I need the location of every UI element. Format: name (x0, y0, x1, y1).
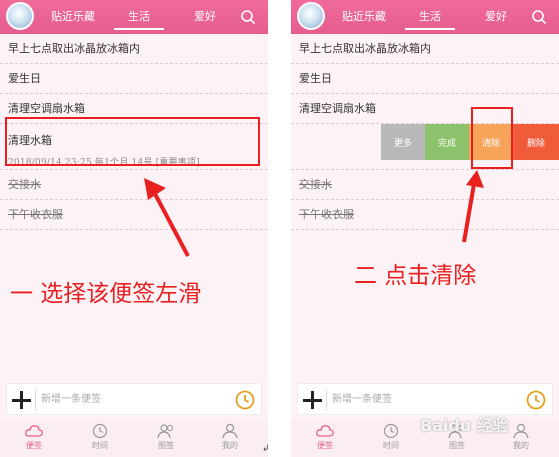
tab-label: 我的 (513, 441, 529, 450)
new-note-bar: 新增一条便签 (297, 383, 553, 415)
note-text: 下午收衣服 (299, 208, 354, 221)
tab-label: 时间 (92, 441, 108, 450)
clock-icon[interactable] (526, 390, 546, 410)
clock-icon[interactable] (235, 390, 255, 410)
tab-category-1[interactable]: 贴近乐藏 (331, 0, 397, 34)
cloud-icon (316, 425, 334, 437)
divider (35, 389, 36, 411)
delete-button[interactable]: 删除 (513, 124, 559, 160)
selection-highlight (5, 117, 260, 166)
return-mark: ↲ (262, 444, 270, 454)
list-item[interactable]: 早上七点取出冰晶放冰箱内 (291, 34, 559, 64)
list-item[interactable]: 爱生日 (0, 64, 268, 94)
clock-icon (92, 423, 108, 439)
tab-label: 我的 (222, 441, 238, 450)
arrow-up-left-icon (144, 178, 190, 257)
new-note-bar: 新增一条便签 (6, 383, 262, 415)
tab-tags[interactable]: 图签 (136, 420, 196, 457)
complete-button[interactable]: 完成 (425, 124, 469, 160)
bottom-tabbar: 便签 时间 图签 我的 (0, 420, 268, 457)
note-text: 爱生日 (8, 72, 41, 85)
swipe-actions: 更多 完成 清除 删除 (291, 124, 559, 160)
tab-me[interactable]: 我的 (200, 420, 260, 457)
top-header: 贴近乐藏 生活 爱好 (0, 0, 268, 34)
step1-caption: 一 选择该便签左滑 (10, 281, 202, 307)
note-text: 交接水 (8, 178, 41, 191)
left-phone-screen: 贴近乐藏 生活 爱好 早上七点取出冰晶放冰箱内 爱生日 清理空调扇水箱 清理水箱… (0, 0, 268, 457)
note-text: 早上七点取出冰晶放冰箱内 (299, 42, 431, 55)
search-icon[interactable] (531, 9, 547, 25)
tab-category-3[interactable]: 爱好 (463, 0, 529, 34)
tab-time[interactable]: 时间 (361, 420, 421, 457)
tab-label: 便签 (26, 441, 42, 450)
note-text: 清理空调扇水箱 (8, 102, 85, 115)
tab-category-2[interactable]: 生活 (397, 0, 463, 34)
list-item[interactable]: 早上七点取出冰晶放冰箱内 (0, 34, 268, 64)
people-icon (157, 424, 174, 439)
search-icon[interactable] (240, 9, 256, 25)
tab-notes[interactable]: 便签 (4, 420, 64, 457)
note-text: 清理空调扇水箱 (299, 102, 376, 115)
step2-caption: 二 点击清除 (354, 263, 477, 289)
right-phone-screen: 贴近乐藏 生活 爱好 早上七点取出冰晶放冰箱内 爱生日 清理空调扇水箱 交接水 … (291, 0, 559, 457)
list-item[interactable]: 爱生日 (291, 64, 559, 94)
tab-category-3[interactable]: 爱好 (172, 0, 238, 34)
user-icon (513, 423, 529, 439)
note-text: 爱生日 (299, 72, 332, 85)
list-item[interactable]: 交接水 (291, 170, 559, 200)
tab-label: 图签 (158, 441, 174, 450)
note-text: 下午收衣服 (8, 208, 63, 221)
more-button[interactable]: 更多 (381, 124, 425, 160)
tab-category-1[interactable]: 贴近乐藏 (40, 0, 106, 34)
list-item[interactable]: 清理空调扇水箱 (291, 94, 559, 124)
new-note-input[interactable]: 新增一条便签 (332, 384, 392, 416)
note-text: 交接水 (299, 178, 332, 191)
top-header: 贴近乐藏 生活 爱好 (291, 0, 559, 34)
tab-category-2[interactable]: 生活 (106, 0, 172, 34)
add-icon[interactable] (302, 388, 322, 412)
list-item[interactable]: 下午收衣服 (0, 200, 268, 230)
tab-label: 时间 (383, 441, 399, 450)
tab-label: 便签 (317, 441, 333, 450)
tab-notes[interactable]: 便签 (295, 420, 355, 457)
category-tabs: 贴近乐藏 生活 爱好 (40, 0, 238, 34)
divider (326, 389, 327, 411)
list-item[interactable]: 交接水 (0, 170, 268, 200)
tab-label: 图签 (449, 441, 465, 450)
cloud-icon (25, 425, 43, 437)
add-icon[interactable] (11, 388, 31, 412)
clock-icon (383, 423, 399, 439)
tab-time[interactable]: 时间 (70, 420, 130, 457)
note-text: 早上七点取出冰晶放冰箱内 (8, 42, 140, 55)
avatar[interactable] (297, 2, 325, 30)
avatar[interactable] (6, 2, 34, 30)
list-item[interactable]: 下午收衣服 (291, 200, 559, 230)
user-icon (222, 423, 238, 439)
watermark: Baidu 经验 (420, 416, 509, 435)
new-note-input[interactable]: 新增一条便签 (41, 384, 101, 416)
arrow-up-icon (462, 170, 484, 243)
category-tabs: 贴近乐藏 生活 爱好 (331, 0, 529, 34)
clear-highlight (471, 107, 513, 169)
